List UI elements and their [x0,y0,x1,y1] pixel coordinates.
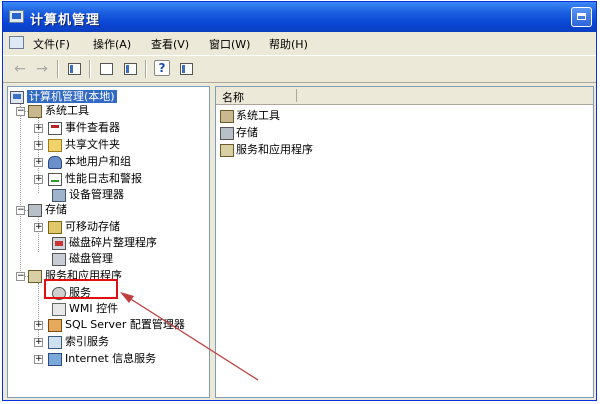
collapse-system-tools[interactable]: − [16,107,25,116]
indexing-service-icon [48,335,62,349]
tree-item-disk-management[interactable]: 磁盘管理 [52,251,113,267]
computer-management-window: 计算机管理 文件(F) 操作(A) 查看(V) 窗口(W) 帮助(H) ← → … [2,1,597,401]
list-item-storage[interactable]: 存储 [220,125,258,141]
system-tools-icon [220,109,234,123]
tree-item-removable-storage[interactable]: 可移动存储 [48,219,120,235]
column-divider[interactable] [296,89,297,102]
performance-log-icon [48,172,62,186]
expand-shared-folders[interactable]: + [34,141,43,150]
properties-button[interactable] [97,60,115,78]
expand-indexing-service[interactable]: + [34,338,43,347]
computer-management-icon [9,10,24,23]
back-arrow-icon[interactable]: ← [11,60,29,78]
help-icon: ? [154,60,170,76]
list-header: 名称 [216,87,593,105]
menu-action[interactable]: 操作(A) [93,36,131,52]
menu-help[interactable]: 帮助(H) [269,36,308,52]
disk-management-icon [52,252,66,266]
tree-item-local-users-groups[interactable]: 本地用户和组 [48,154,131,170]
console-tree[interactable]: 计算机管理(本地) − 系统工具 + 事件查看器 + 共享文件夹 + 本地用户和… [7,86,210,398]
export-list-button[interactable] [121,60,139,78]
storage-icon [28,203,42,217]
tree-item-indexing-service[interactable]: 索引服务 [48,334,109,350]
help-button[interactable]: ? [153,60,171,78]
users-icon [48,155,62,169]
console-tree-icon [67,62,81,75]
window-title: 计算机管理 [30,13,101,28]
services-applications-icon [28,269,42,283]
expand-sql-server[interactable]: + [34,321,43,330]
expand-performance-logs[interactable]: + [34,175,43,184]
show-hide-tree-button[interactable] [65,60,83,78]
column-header-name[interactable]: 名称 [222,89,244,105]
shared-folder-icon [48,138,62,152]
defragmenter-icon [52,236,66,250]
menu-file[interactable]: 文件(F) [33,36,70,52]
properties-icon [99,62,113,75]
tree-item-internet-information-services[interactable]: Internet 信息服务 [48,351,156,367]
menu-window[interactable]: 窗口(W) [209,36,250,52]
event-viewer-icon [48,121,62,135]
tree-item-shared-folders[interactable]: 共享文件夹 [48,137,120,153]
list-item-services-applications[interactable]: 服务和应用程序 [220,142,313,158]
tree-item-disk-defragmenter[interactable]: 磁盘碎片整理程序 [52,235,157,251]
menu-bar: 文件(F) 操作(A) 查看(V) 窗口(W) 帮助(H) [3,32,596,54]
tree-item-sql-server-config[interactable]: SQL Server 配置管理器 [48,317,185,333]
tree-item-wmi-control[interactable]: WMI 控件 [52,301,118,317]
list-item-system-tools[interactable]: 系统工具 [220,108,280,124]
title-bar[interactable]: 计算机管理 [3,2,596,32]
removable-storage-icon [48,220,62,234]
tree-item-system-tools[interactable]: 系统工具 [28,103,89,119]
system-tools-icon [28,104,42,118]
details-list[interactable]: 名称 系统工具 存储 服务和应用程序 [215,86,594,398]
tree-item-event-viewer[interactable]: 事件查看器 [48,120,120,136]
expand-iis[interactable]: + [34,355,43,364]
sql-server-icon [48,318,62,332]
menu-view[interactable]: 查看(V) [151,36,189,52]
wmi-control-icon [52,302,66,316]
export-icon [123,62,137,75]
action-pane-icon [179,62,193,75]
expand-removable-storage[interactable]: + [34,223,43,232]
toolbar: ← → ? [3,55,596,83]
collapse-storage[interactable]: − [16,206,25,215]
collapse-services-apps[interactable]: − [16,272,25,281]
tree-item-storage[interactable]: 存储 [28,202,67,218]
computer-icon [10,90,24,104]
system-menu-icon[interactable] [9,36,24,49]
iis-icon [48,352,62,366]
expand-event-viewer[interactable]: + [34,124,43,133]
storage-icon [220,126,234,140]
device-manager-icon [52,188,66,202]
services-applications-icon [220,143,234,157]
tree-item-performance-logs[interactable]: 性能日志和警报 [48,171,142,187]
tree-item-device-manager[interactable]: 设备管理器 [52,187,124,203]
maximize-button[interactable] [571,7,592,27]
show-hide-action-pane-button[interactable] [177,60,195,78]
annotation-highlight-box [44,279,118,299]
forward-arrow-icon[interactable]: → [33,60,51,78]
expand-local-users[interactable]: + [34,158,43,167]
